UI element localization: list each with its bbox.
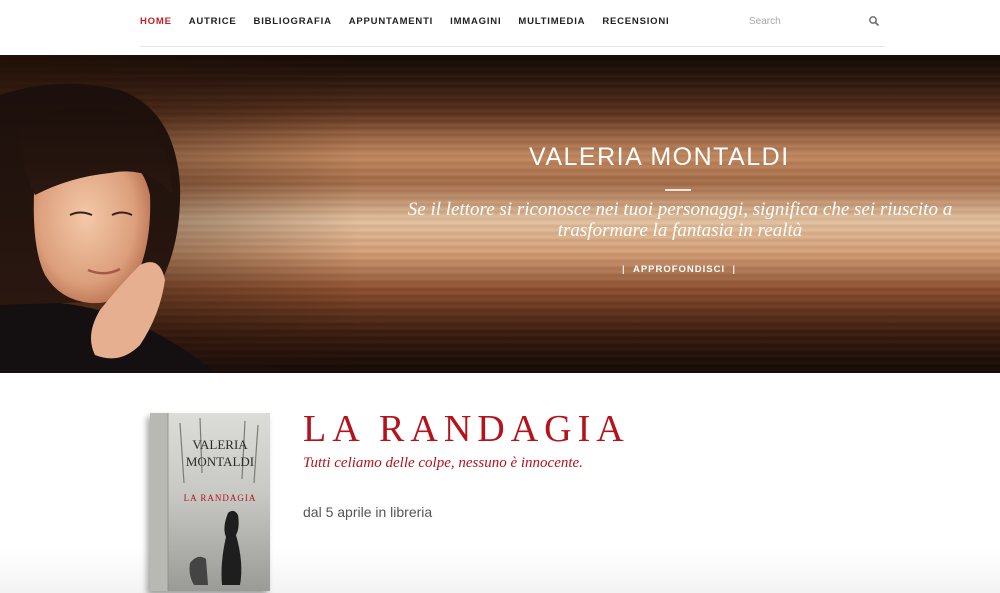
hero-divider bbox=[665, 189, 691, 191]
author-portrait bbox=[0, 83, 215, 373]
approfondisci-button[interactable]: | APPROFONDISCI | bbox=[622, 264, 736, 275]
nav-item-home[interactable]: HOME bbox=[140, 16, 172, 27]
nav-item-bibliografia[interactable]: BIBLIOGRAFIA bbox=[254, 16, 332, 27]
nav-item-autrice[interactable]: AUTRICE bbox=[189, 16, 237, 27]
nav-item-immagini[interactable]: IMMAGINI bbox=[450, 16, 501, 27]
nav-item-appuntamenti[interactable]: APPUNTAMENTI bbox=[349, 16, 433, 27]
book-cover[interactable]: VALERIA MONTALDI LA RANDAGIA bbox=[150, 413, 270, 591]
navbar-container: HOME AUTRICE BIBLIOGRAFIA APPUNTAMENTI I… bbox=[140, 0, 885, 47]
book-promo-section: VALERIA MONTALDI LA RANDAGIA LA RANDAGIA… bbox=[0, 373, 1000, 593]
search-box bbox=[745, 10, 885, 32]
cover-author-first: VALERIA bbox=[192, 437, 248, 452]
nav-item-recensioni[interactable]: RECENSIONI bbox=[602, 16, 669, 27]
release-date: dal 5 aprile in libreria bbox=[303, 504, 433, 520]
book-title: LA RANDAGIA bbox=[303, 408, 630, 450]
nav-item-multimedia[interactable]: MULTIMEDIA bbox=[518, 16, 585, 27]
hero-quote-line-2: trasformare la fantasia in realtà bbox=[557, 220, 803, 241]
hero-title: VALERIA MONTALDI bbox=[529, 143, 790, 171]
cover-book-title: LA RANDAGIA bbox=[184, 493, 257, 503]
cover-author-last: MONTALDI bbox=[186, 454, 254, 469]
hero-quote: Se il lettore si riconosce nei tuoi pers… bbox=[350, 199, 1000, 241]
book-tagline: Tutti celiamo delle colpe, nessuno è inn… bbox=[303, 455, 583, 471]
hero-quote-line-1: Se il lettore si riconosce nei tuoi pers… bbox=[407, 199, 953, 220]
search-input[interactable] bbox=[745, 10, 865, 32]
button-bar-right: | bbox=[732, 264, 737, 275]
main-menu: HOME AUTRICE BIBLIOGRAFIA APPUNTAMENTI I… bbox=[140, 16, 686, 27]
button-bar-left: | bbox=[622, 264, 626, 275]
search-icon[interactable] bbox=[867, 14, 881, 28]
approfondisci-label: APPROFONDISCI bbox=[632, 264, 726, 275]
top-navbar: HOME AUTRICE BIBLIOGRAFIA APPUNTAMENTI I… bbox=[0, 0, 1000, 55]
hero-banner: VALERIA MONTALDI Se il lettore si ricono… bbox=[0, 55, 1000, 373]
